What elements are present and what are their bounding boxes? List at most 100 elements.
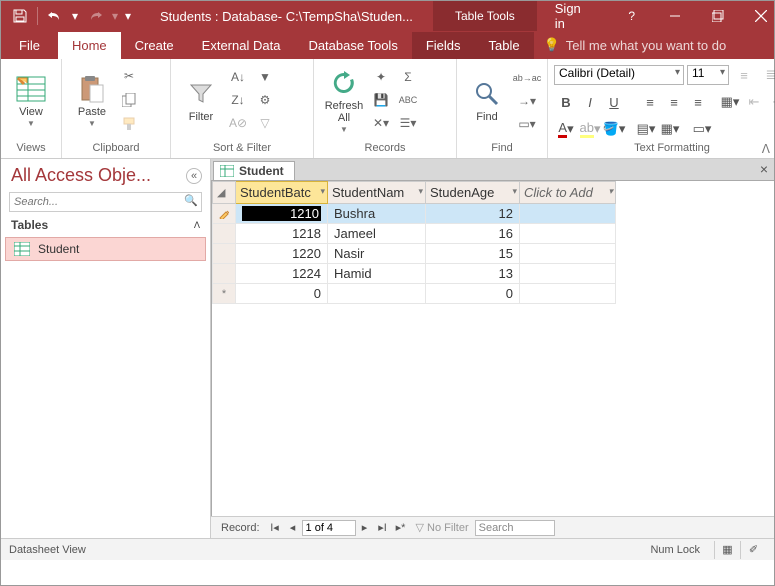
cell[interactable] — [520, 244, 616, 264]
tab-database-tools[interactable]: Database Tools — [294, 32, 411, 59]
tell-me-search[interactable]: 💡 Tell me what you want to do — [534, 31, 737, 59]
restore-icon[interactable] — [696, 1, 739, 31]
cell[interactable] — [328, 284, 426, 304]
cell[interactable]: 0 — [236, 284, 328, 304]
cell[interactable] — [520, 204, 616, 224]
table-row[interactable]: 1224 Hamid 13 — [213, 264, 616, 284]
cell[interactable]: 1218 — [236, 224, 328, 244]
next-record-icon[interactable]: ▸ — [356, 521, 374, 534]
close-icon[interactable] — [740, 1, 775, 31]
cell[interactable]: 1210 — [236, 204, 328, 224]
new-row[interactable]: * 0 0 — [213, 284, 616, 304]
new-record-icon[interactable]: ▸* — [392, 521, 410, 534]
row-selector-editing[interactable] — [213, 204, 236, 224]
select-icon[interactable]: ▭▾ — [513, 114, 541, 134]
undo-dropdown-icon[interactable]: ▾ — [70, 4, 80, 28]
collapse-ribbon-icon[interactable]: ᐱ — [762, 142, 770, 156]
column-header-studentbatch[interactable]: StudentBatc▾ — [236, 182, 328, 204]
row-selector[interactable] — [213, 224, 236, 244]
tab-external-data[interactable]: External Data — [188, 32, 295, 59]
table-row[interactable]: 1218 Jameel 16 — [213, 224, 616, 244]
italic-button[interactable]: I — [578, 91, 602, 113]
cell[interactable]: 12 — [426, 204, 520, 224]
first-record-icon[interactable]: I◂ — [266, 521, 284, 534]
cell[interactable]: 0 — [426, 284, 520, 304]
tab-home[interactable]: Home — [58, 32, 121, 59]
cell[interactable] — [520, 284, 616, 304]
decrease-indent-icon[interactable]: ⇤ — [742, 91, 766, 113]
save-record-icon[interactable]: 💾 — [370, 90, 392, 110]
record-search-input[interactable] — [475, 520, 555, 536]
bullets-icon[interactable]: ≡ — [732, 64, 756, 86]
record-position-input[interactable] — [302, 520, 356, 536]
highlight-icon[interactable]: ab▾ — [578, 118, 602, 140]
row-selector[interactable] — [213, 264, 236, 284]
gridlines-dropdown-icon[interactable]: ▦▾ — [658, 118, 682, 140]
cell[interactable]: Jameel — [328, 224, 426, 244]
cell[interactable] — [520, 224, 616, 244]
find-button[interactable]: Find — [463, 77, 511, 125]
font-name-combo[interactable]: Calibri (Detail) — [554, 65, 684, 85]
delete-record-icon[interactable]: ✕▾ — [370, 113, 392, 133]
chevron-down-icon[interactable]: ▾ — [418, 186, 423, 197]
underline-button[interactable]: U — [602, 91, 626, 113]
alt-row-color-icon[interactable]: ▤▾ — [634, 118, 658, 140]
bold-button[interactable]: B — [554, 91, 578, 113]
chevron-down-icon[interactable]: ▾ — [512, 186, 517, 197]
font-size-combo[interactable]: 11 — [687, 65, 729, 85]
sort-asc-icon[interactable]: A↓ — [227, 67, 249, 87]
totals-icon[interactable]: Σ — [397, 67, 419, 87]
redo-dropdown-icon[interactable]: ▾ — [110, 4, 120, 28]
tab-file[interactable]: File — [1, 32, 58, 59]
cell[interactable] — [520, 264, 616, 284]
cell[interactable]: 1224 — [236, 264, 328, 284]
document-tab-student[interactable]: Student — [213, 161, 295, 180]
gridlines-icon[interactable]: ▦▾ — [718, 91, 742, 113]
nav-search-input[interactable] — [9, 192, 202, 212]
copy-icon[interactable] — [118, 90, 140, 110]
view-button[interactable]: View ▼ — [7, 72, 55, 131]
collapse-nav-icon[interactable]: « — [186, 168, 202, 184]
column-header-studentage[interactable]: StudenAge▾ — [426, 182, 520, 204]
font-color-icon[interactable]: A▾ — [554, 118, 578, 140]
refresh-all-button[interactable]: Refresh All ▼ — [320, 66, 368, 137]
paste-button[interactable]: Paste ▼ — [68, 72, 116, 131]
increase-indent-icon[interactable]: ⇥ — [766, 91, 775, 113]
tab-fields[interactable]: Fields — [412, 32, 475, 59]
table-row[interactable]: 1220 Nasir 15 — [213, 244, 616, 264]
tab-create[interactable]: Create — [121, 32, 188, 59]
cell[interactable]: 13 — [426, 264, 520, 284]
column-header-studentname[interactable]: StudentNam▾ — [328, 182, 426, 204]
datasheet-format-icon[interactable]: ▭▾ — [690, 118, 714, 140]
redo-icon[interactable] — [82, 4, 108, 28]
cut-icon[interactable]: ✂ — [118, 66, 140, 86]
remove-sort-icon[interactable]: A⊘ — [227, 113, 249, 133]
help-icon[interactable]: ? — [610, 1, 653, 31]
last-record-icon[interactable]: ▸I — [374, 521, 392, 534]
cell[interactable]: 16 — [426, 224, 520, 244]
sort-desc-icon[interactable]: Z↓ — [227, 90, 249, 110]
align-right-icon[interactable]: ≡ — [686, 91, 710, 113]
new-row-selector[interactable]: * — [213, 284, 236, 304]
cell[interactable]: 1220 — [236, 244, 328, 264]
column-header-add[interactable]: Click to Add▾ — [520, 182, 616, 204]
selection-filter-icon[interactable]: ▼ — [254, 67, 276, 87]
format-painter-icon[interactable] — [118, 114, 140, 134]
no-filter-label[interactable]: ▽ No Filter — [410, 521, 475, 534]
fill-color-icon[interactable]: 🪣▾ — [602, 118, 626, 140]
cell[interactable]: 15 — [426, 244, 520, 264]
collapse-group-icon[interactable]: ᐱ — [194, 220, 200, 231]
close-document-icon[interactable]: × — [760, 161, 768, 177]
numbering-icon[interactable]: ≣ — [759, 64, 775, 86]
chevron-down-icon[interactable]: ▾ — [608, 186, 613, 197]
tab-table[interactable]: Table — [475, 32, 534, 59]
row-selector[interactable] — [213, 244, 236, 264]
table-row[interactable]: 1210 Bushra 12 — [213, 204, 616, 224]
save-icon[interactable] — [7, 4, 33, 28]
cell[interactable]: Hamid — [328, 264, 426, 284]
cell[interactable]: Nasir — [328, 244, 426, 264]
minimize-icon[interactable] — [653, 1, 696, 31]
advanced-filter-icon[interactable]: ⚙ — [254, 90, 276, 110]
chevron-down-icon[interactable]: ▾ — [320, 186, 325, 197]
search-icon[interactable]: 🔍 — [184, 194, 198, 207]
